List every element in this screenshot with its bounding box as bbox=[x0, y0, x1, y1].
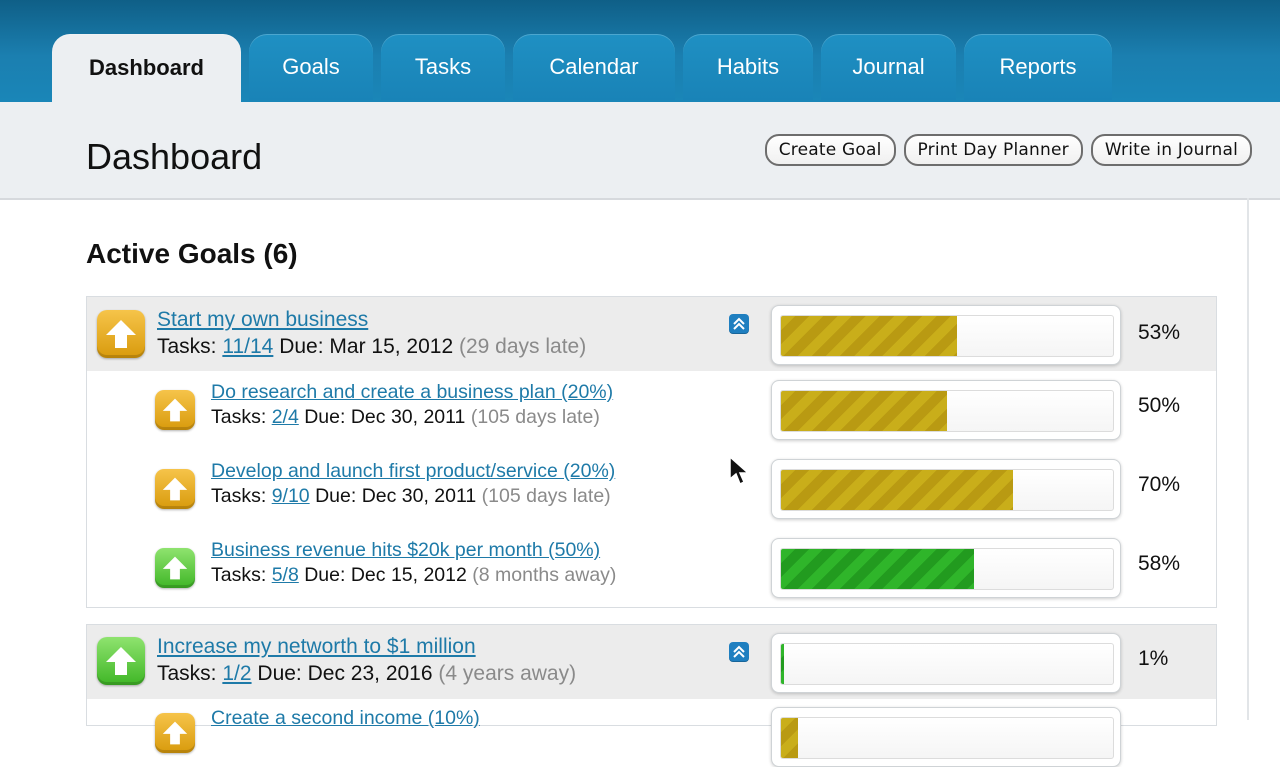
subgoal-title-link[interactable]: Do research and create a business plan (… bbox=[211, 381, 613, 404]
subgoal-meta: Tasks: 5/8 Due: Dec 15, 2012 (8 months a… bbox=[211, 564, 616, 587]
due-date: Mar 15, 2012 bbox=[329, 335, 454, 358]
subgoal-meta: Tasks: 9/10 Due: Dec 30, 2011 (105 days … bbox=[211, 485, 611, 508]
tasks-label: Tasks: bbox=[211, 564, 267, 586]
up-arrow-icon bbox=[97, 637, 145, 685]
progress-fill bbox=[781, 718, 798, 758]
up-arrow-icon bbox=[155, 390, 195, 430]
active-goals-heading: Active Goals (6) bbox=[86, 238, 298, 269]
up-arrow-icon bbox=[97, 310, 145, 358]
progress-track bbox=[780, 469, 1114, 511]
goal-title-link[interactable]: Start my own business bbox=[157, 308, 368, 332]
tasks-count-link[interactable]: 11/14 bbox=[222, 335, 273, 358]
due-status: (29 days late) bbox=[459, 335, 587, 358]
due-label: Due: bbox=[304, 564, 346, 586]
progress-track bbox=[780, 548, 1114, 590]
due-date: Dec 23, 2016 bbox=[307, 662, 433, 685]
progress-track bbox=[780, 315, 1114, 357]
tab-reports[interactable]: Reports bbox=[964, 34, 1112, 100]
tab-journal[interactable]: Journal bbox=[821, 34, 956, 100]
page-title: Dashboard bbox=[86, 136, 263, 177]
due-status: (105 days late) bbox=[470, 406, 600, 428]
progress-fill bbox=[781, 470, 1014, 510]
subgoal-title-link[interactable]: Business revenue hits $20k per month (50… bbox=[211, 539, 600, 562]
progress-fill bbox=[781, 549, 974, 589]
main-tabs: Dashboard Goals Tasks Calendar Habits Jo… bbox=[52, 34, 1112, 102]
subgoal-meta: Tasks: 2/4 Due: Dec 30, 2011 (105 days l… bbox=[211, 406, 600, 429]
progress-bar bbox=[771, 459, 1121, 519]
progress-track bbox=[780, 390, 1114, 432]
tasks-count-link[interactable]: 5/8 bbox=[272, 564, 299, 586]
goal-group: Increase my networth to $1 million Tasks… bbox=[86, 624, 1217, 767]
progress-percent: 50% bbox=[1138, 394, 1181, 417]
tab-habits[interactable]: Habits bbox=[683, 34, 813, 100]
due-date: Dec 15, 2012 bbox=[350, 564, 467, 586]
progress-fill bbox=[781, 644, 785, 684]
due-date: Dec 30, 2011 bbox=[361, 485, 477, 507]
goal-group: Start my own business Tasks: 11/14 Due: … bbox=[86, 296, 1217, 608]
collapse-icon[interactable] bbox=[729, 642, 749, 662]
due-date: Dec 30, 2011 bbox=[350, 406, 466, 428]
tab-goals[interactable]: Goals bbox=[249, 34, 373, 100]
goal-meta: Tasks: 1/2 Due: Dec 23, 2016 (4 years aw… bbox=[157, 662, 576, 686]
due-label: Due: bbox=[279, 335, 324, 358]
progress-bar bbox=[771, 380, 1121, 440]
progress-track bbox=[780, 643, 1114, 685]
up-arrow-icon bbox=[155, 469, 195, 509]
tasks-count-link[interactable]: 2/4 bbox=[272, 406, 299, 428]
subgoal-title-link[interactable]: Develop and launch first product/service… bbox=[211, 460, 615, 483]
tab-tasks[interactable]: Tasks bbox=[381, 34, 505, 100]
progress-bar bbox=[771, 305, 1121, 365]
tab-calendar[interactable]: Calendar bbox=[513, 34, 675, 100]
header-actions: Create Goal Print Day Planner Write in J… bbox=[764, 134, 1252, 166]
up-arrow-icon bbox=[155, 548, 195, 588]
due-status: (8 months away) bbox=[472, 564, 617, 586]
progress-fill bbox=[781, 391, 947, 431]
goal-meta: Tasks: 11/14 Due: Mar 15, 2012 (29 days … bbox=[157, 335, 586, 359]
due-status: (105 days late) bbox=[481, 485, 611, 507]
collapse-icon[interactable] bbox=[729, 314, 749, 334]
subgoal-title-link[interactable]: Create a second income (10%) bbox=[211, 707, 480, 730]
create-goal-button[interactable]: Create Goal bbox=[764, 134, 896, 166]
tasks-count-link[interactable]: 1/2 bbox=[222, 662, 251, 685]
tasks-label: Tasks: bbox=[157, 335, 217, 358]
progress-bar bbox=[771, 707, 1121, 767]
print-day-planner-button[interactable]: Print Day Planner bbox=[903, 134, 1083, 166]
progress-percent: 70% bbox=[1138, 473, 1181, 496]
tasks-count-link[interactable]: 9/10 bbox=[272, 485, 310, 507]
due-label: Due: bbox=[304, 406, 346, 428]
due-status: (4 years away) bbox=[438, 662, 577, 685]
progress-bar bbox=[771, 538, 1121, 598]
progress-fill bbox=[781, 316, 957, 356]
progress-bar bbox=[771, 633, 1121, 693]
write-in-journal-button[interactable]: Write in Journal bbox=[1090, 134, 1252, 166]
progress-percent: 58% bbox=[1138, 552, 1181, 575]
mouse-cursor-icon bbox=[729, 456, 750, 486]
progress-percent: 1% bbox=[1138, 647, 1169, 670]
tab-dashboard[interactable]: Dashboard bbox=[52, 34, 241, 102]
tasks-label: Tasks: bbox=[211, 485, 267, 507]
progress-track bbox=[780, 717, 1114, 759]
tasks-label: Tasks: bbox=[157, 662, 217, 685]
due-label: Due: bbox=[257, 662, 302, 685]
progress-percent: 53% bbox=[1138, 321, 1181, 344]
due-label: Due: bbox=[315, 485, 357, 507]
goal-title-link[interactable]: Increase my networth to $1 million bbox=[157, 635, 476, 659]
up-arrow-icon bbox=[155, 713, 195, 753]
content-divider bbox=[1247, 198, 1249, 720]
top-navigation-bar: Dashboard Goals Tasks Calendar Habits Jo… bbox=[0, 0, 1280, 104]
tasks-label: Tasks: bbox=[211, 406, 267, 428]
